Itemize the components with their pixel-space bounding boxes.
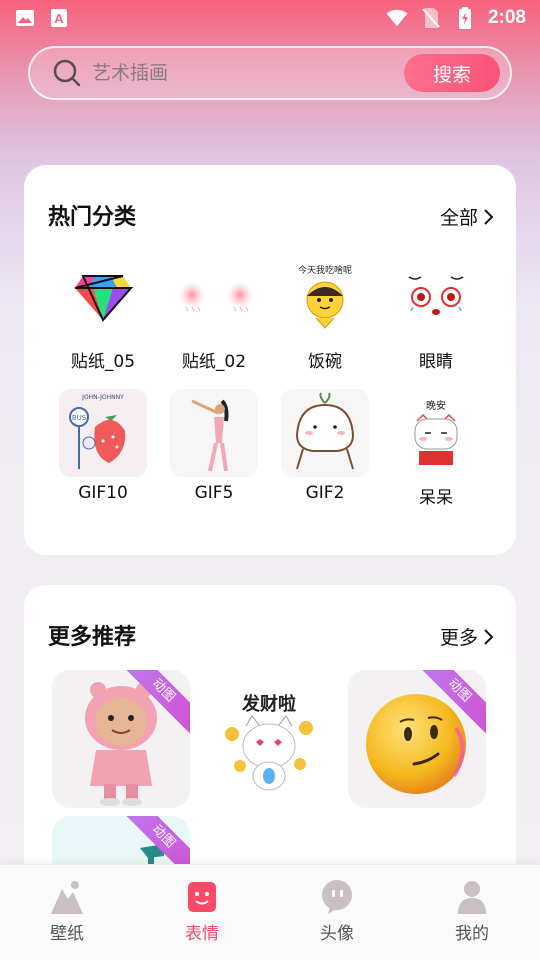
recommendation-item[interactable]: 发财啦 <box>200 670 338 808</box>
category-item-sticker02[interactable]: 贴纸_02 <box>159 253 269 372</box>
category-label: GIF5 <box>194 483 234 503</box>
person-icon <box>455 879 489 915</box>
fortune-cat-image: 发财啦 <box>225 693 313 791</box>
search-bar[interactable]: 搜索 <box>28 46 512 100</box>
diamond-sticker-icon <box>59 253 147 341</box>
category-item-eyes[interactable]: 眼睛 <box>381 253 491 372</box>
category-item-gif10[interactable]: JOHN-JOHNNY BUS GIF10 <box>48 389 158 503</box>
blush-sticker-icon <box>170 253 258 341</box>
svg-text:发财啦: 发财啦 <box>241 693 296 715</box>
recommendation-item[interactable]: 动图 <box>52 670 190 808</box>
tab-avatar[interactable]: 头像 <box>287 879 387 944</box>
tab-wallpaper[interactable]: 壁纸 <box>17 879 117 944</box>
category-item-sticker05[interactable]: 贴纸_05 <box>48 253 158 372</box>
view-all-link[interactable]: 全部 <box>440 203 494 230</box>
status-time: 2:08 <box>487 7 526 28</box>
view-more-label: 更多 <box>439 627 478 649</box>
tab-label: 头像 <box>320 924 354 944</box>
svg-text:晚安: 晚安 <box>426 399 446 412</box>
gallery-notification-icon <box>14 7 36 29</box>
category-label: GIF10 <box>78 483 128 503</box>
search-input[interactable] <box>92 62 392 84</box>
recommendation-item[interactable]: 动图 <box>348 670 486 808</box>
category-label: 呆呆 <box>419 488 453 508</box>
tab-label: 壁纸 <box>50 924 84 944</box>
search-icon <box>52 58 82 88</box>
wifi-icon <box>386 7 408 29</box>
rice-bowl-sticker-icon: 今天我吃啥呢 <box>281 253 369 341</box>
category-label: 饭碗 <box>308 352 342 372</box>
tab-stickers[interactable]: 表情 <box>152 879 252 944</box>
svg-text:A: A <box>54 11 64 26</box>
more-recommendations-title: 更多推荐 <box>48 625 137 650</box>
strawberry-bus-gif-icon: JOHN-JOHNNY BUS <box>59 389 147 477</box>
category-item-gif5[interactable]: GIF5 <box>159 389 269 503</box>
category-label: GIF2 <box>305 483 345 503</box>
dancer-gif-icon <box>170 389 258 477</box>
category-label: 眼睛 <box>419 352 453 372</box>
app-notification-icon: A <box>48 7 70 29</box>
view-all-label: 全部 <box>439 207 478 229</box>
category-item-gif2[interactable]: GIF2 <box>270 389 380 503</box>
view-more-link[interactable]: 更多 <box>440 623 494 650</box>
svg-text:JOHN-JOHNNY: JOHN-JOHNNY <box>81 394 124 401</box>
search-button[interactable]: 搜索 <box>404 54 500 92</box>
category-label: 贴纸_02 <box>181 352 247 372</box>
chevron-right-icon <box>482 628 494 646</box>
svg-text:今天我吃啥呢: 今天我吃啥呢 <box>298 264 352 276</box>
category-item-daidai[interactable]: 晚安 呆呆 <box>381 389 491 508</box>
no-sim-icon <box>420 7 442 29</box>
mountain-icon <box>50 879 84 915</box>
hot-categories-card: 热门分类 全部 贴纸_05 贴纸_02 今天我吃啥呢 饭碗 眼睛 JOHN-JO… <box>24 165 516 555</box>
category-item-rice-bowl[interactable]: 今天我吃啥呢 饭碗 <box>270 253 380 372</box>
eyes-sticker-icon <box>392 253 480 341</box>
bottom-tab-bar: 壁纸 表情 头像 我的 <box>0 864 540 960</box>
hot-categories-title: 热门分类 <box>48 205 137 230</box>
bun-character-gif-icon <box>281 389 369 477</box>
status-bar: A 2:08 <box>0 0 540 36</box>
battery-charging-icon <box>454 7 476 29</box>
sleepy-cat-sticker-icon: 晚安 <box>392 389 480 477</box>
tab-label: 表情 <box>185 924 219 944</box>
chevron-right-icon <box>482 208 494 226</box>
tab-label: 我的 <box>455 924 489 944</box>
smile-icon <box>185 879 219 915</box>
tab-profile[interactable]: 我的 <box>422 879 522 944</box>
category-label: 贴纸_05 <box>70 352 136 372</box>
chat-face-icon <box>320 879 354 915</box>
svg-text:BUS: BUS <box>72 414 87 422</box>
